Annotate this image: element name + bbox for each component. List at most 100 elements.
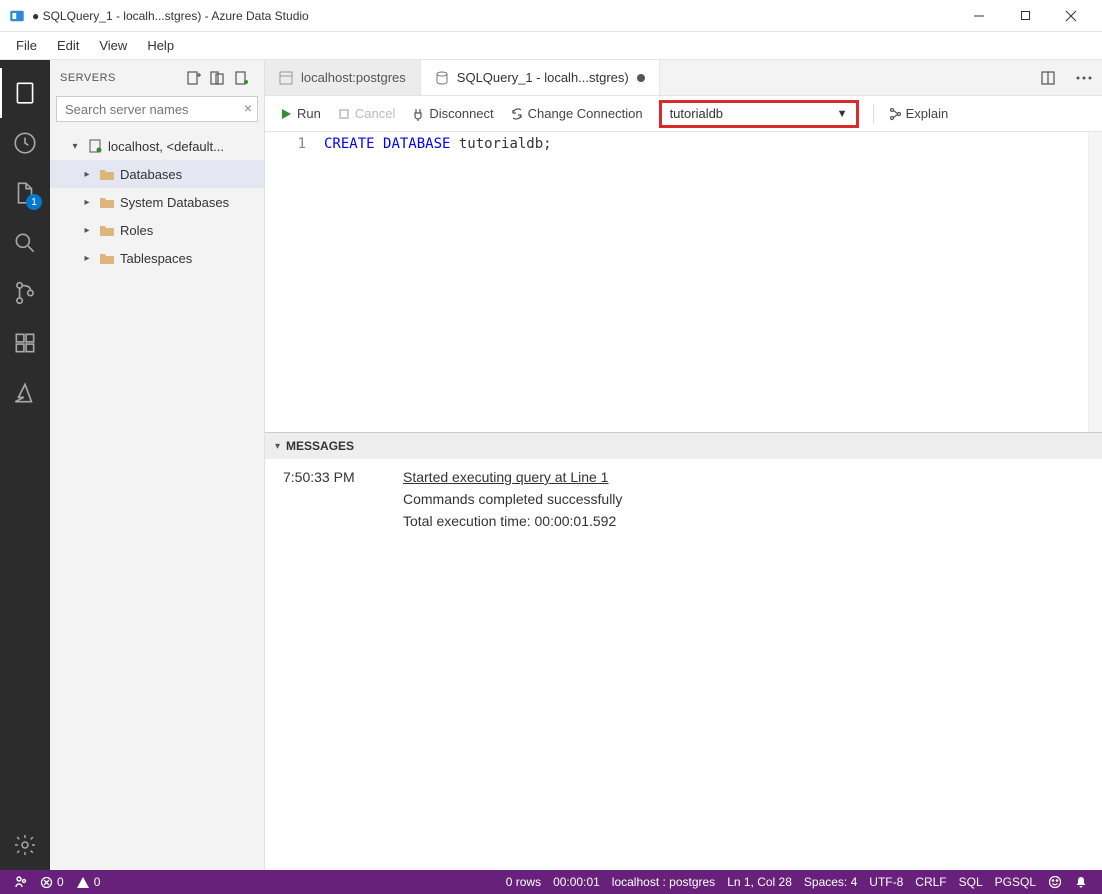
database-dropdown-value: tutorialdb: [670, 106, 723, 121]
status-spaces[interactable]: Spaces: 4: [798, 870, 863, 894]
play-icon: [279, 107, 293, 121]
chevron-right-icon: ▸: [80, 225, 94, 236]
disconnect-icon: [411, 107, 425, 121]
cancel-button: Cancel: [331, 102, 401, 125]
messages-body: 7:50:33 PM Started executing query at Li…: [265, 459, 1102, 545]
status-provider[interactable]: PGSQL: [989, 870, 1042, 894]
status-connection[interactable]: localhost : postgres: [606, 870, 721, 894]
activity-source-control[interactable]: [0, 268, 50, 318]
activity-search[interactable]: [0, 218, 50, 268]
window-title: ● SQLQuery_1 - localh...stgres) - Azure …: [32, 9, 956, 23]
activity-history[interactable]: [0, 118, 50, 168]
chevron-right-icon: ▸: [80, 169, 94, 180]
folder-icon: [98, 249, 116, 267]
status-errors[interactable]: 0: [34, 870, 70, 894]
activity-azure[interactable]: [0, 368, 50, 418]
disconnect-button[interactable]: Disconnect: [405, 102, 499, 125]
messages-panel: ▾ MESSAGES 7:50:33 PM Started executing …: [265, 432, 1102, 870]
status-warnings[interactable]: 0: [70, 870, 107, 894]
database-dropdown[interactable]: tutorialdb ▼: [659, 100, 859, 128]
editor-scrollbar[interactable]: [1088, 132, 1102, 432]
status-feedback[interactable]: [1042, 870, 1068, 894]
more-actions-button[interactable]: [1066, 60, 1102, 95]
sidebar-title: SERVERS: [60, 72, 182, 84]
status-warnings-count: 0: [94, 875, 101, 889]
status-eol[interactable]: CRLF: [909, 870, 952, 894]
keyword: CREATE: [324, 136, 375, 152]
line-gutter: 1: [265, 132, 320, 432]
change-connection-button[interactable]: Change Connection: [504, 102, 649, 125]
editor-group: localhost:postgres SQLQuery_1 - localh..…: [265, 60, 1102, 870]
tree-databases[interactable]: ▸ Databases: [50, 160, 264, 188]
clear-search-icon[interactable]: ×: [244, 100, 252, 116]
tree-roles[interactable]: ▸ Roles: [50, 216, 264, 244]
message-text: Started executing query at Line 1: [403, 469, 622, 485]
cancel-label: Cancel: [355, 106, 395, 121]
code-text: tutorialdb;: [450, 136, 551, 152]
server-icon: [86, 137, 104, 155]
run-button[interactable]: Run: [273, 102, 327, 125]
chevron-right-icon: ▸: [80, 253, 94, 264]
menu-edit[interactable]: Edit: [47, 34, 89, 57]
status-rows[interactable]: 0 rows: [500, 870, 547, 894]
app-icon: [8, 7, 26, 25]
code-editor[interactable]: 1 CREATE DATABASE tutorialdb;: [265, 132, 1102, 432]
query-toolbar: Run Cancel Disconnect Change Connection …: [265, 96, 1102, 132]
status-position[interactable]: Ln 1, Col 28: [721, 870, 798, 894]
error-icon: [40, 876, 53, 889]
status-encoding[interactable]: UTF-8: [863, 870, 909, 894]
chevron-down-icon: ▾: [68, 141, 82, 152]
explain-button[interactable]: Explain: [882, 102, 955, 125]
activity-badge: 1: [26, 194, 42, 210]
server-tree: ▾ localhost, <default... ▸ Databases ▸ S…: [50, 128, 264, 870]
new-group-icon[interactable]: [206, 66, 230, 90]
dirty-indicator-icon: [637, 74, 645, 82]
menu-help[interactable]: Help: [137, 34, 184, 57]
tree-label: Databases: [120, 167, 182, 182]
activity-servers[interactable]: [0, 68, 50, 118]
code-area[interactable]: CREATE DATABASE tutorialdb;: [320, 132, 1088, 432]
menu-view[interactable]: View: [89, 34, 137, 57]
sidebar-search: ×: [50, 96, 264, 128]
tab-sqlquery1[interactable]: SQLQuery_1 - localh...stgres): [421, 60, 660, 95]
tree-server[interactable]: ▾ localhost, <default...: [50, 132, 264, 160]
warning-icon: [76, 876, 90, 889]
minimize-button[interactable]: [956, 0, 1002, 32]
title-bar: ● SQLQuery_1 - localh...stgres) - Azure …: [0, 0, 1102, 32]
new-query-icon[interactable]: [230, 66, 254, 90]
bell-icon: [1074, 875, 1088, 889]
status-remote[interactable]: [8, 870, 34, 894]
dashboard-icon: [279, 71, 293, 85]
status-bar: 0 0 0 rows 00:00:01 localhost : postgres…: [0, 870, 1102, 894]
activity-settings[interactable]: [0, 820, 50, 870]
close-button[interactable]: [1048, 0, 1094, 32]
status-notifications[interactable]: [1068, 870, 1094, 894]
message-row: 7:50:33 PM Started executing query at Li…: [283, 469, 1084, 529]
sidebar-header: SERVERS: [50, 60, 264, 96]
tab-localhost-postgres[interactable]: localhost:postgres: [265, 60, 421, 95]
new-connection-icon[interactable]: [182, 66, 206, 90]
tree-tablespaces[interactable]: ▸ Tablespaces: [50, 244, 264, 272]
tree-server-label: localhost, <default...: [108, 139, 224, 154]
maximize-button[interactable]: [1002, 0, 1048, 32]
activity-extensions[interactable]: [0, 318, 50, 368]
menu-bar: File Edit View Help: [0, 32, 1102, 60]
keyword: DATABASE: [383, 136, 450, 152]
run-label: Run: [297, 106, 321, 121]
message-time: 7:50:33 PM: [283, 469, 363, 529]
status-time[interactable]: 00:00:01: [547, 870, 606, 894]
messages-header[interactable]: ▾ MESSAGES: [265, 433, 1102, 459]
menu-file[interactable]: File: [6, 34, 47, 57]
activity-explorer[interactable]: 1: [0, 168, 50, 218]
tree-system-databases[interactable]: ▸ System Databases: [50, 188, 264, 216]
search-input[interactable]: [56, 96, 258, 122]
smiley-icon: [1048, 875, 1062, 889]
window-controls: [956, 0, 1094, 32]
line-number: 1: [265, 136, 306, 152]
status-errors-count: 0: [57, 875, 64, 889]
explain-label: Explain: [906, 106, 949, 121]
chevron-right-icon: ▸: [80, 197, 94, 208]
change-connection-label: Change Connection: [528, 106, 643, 121]
status-language[interactable]: SQL: [953, 870, 989, 894]
split-editor-button[interactable]: [1030, 60, 1066, 95]
